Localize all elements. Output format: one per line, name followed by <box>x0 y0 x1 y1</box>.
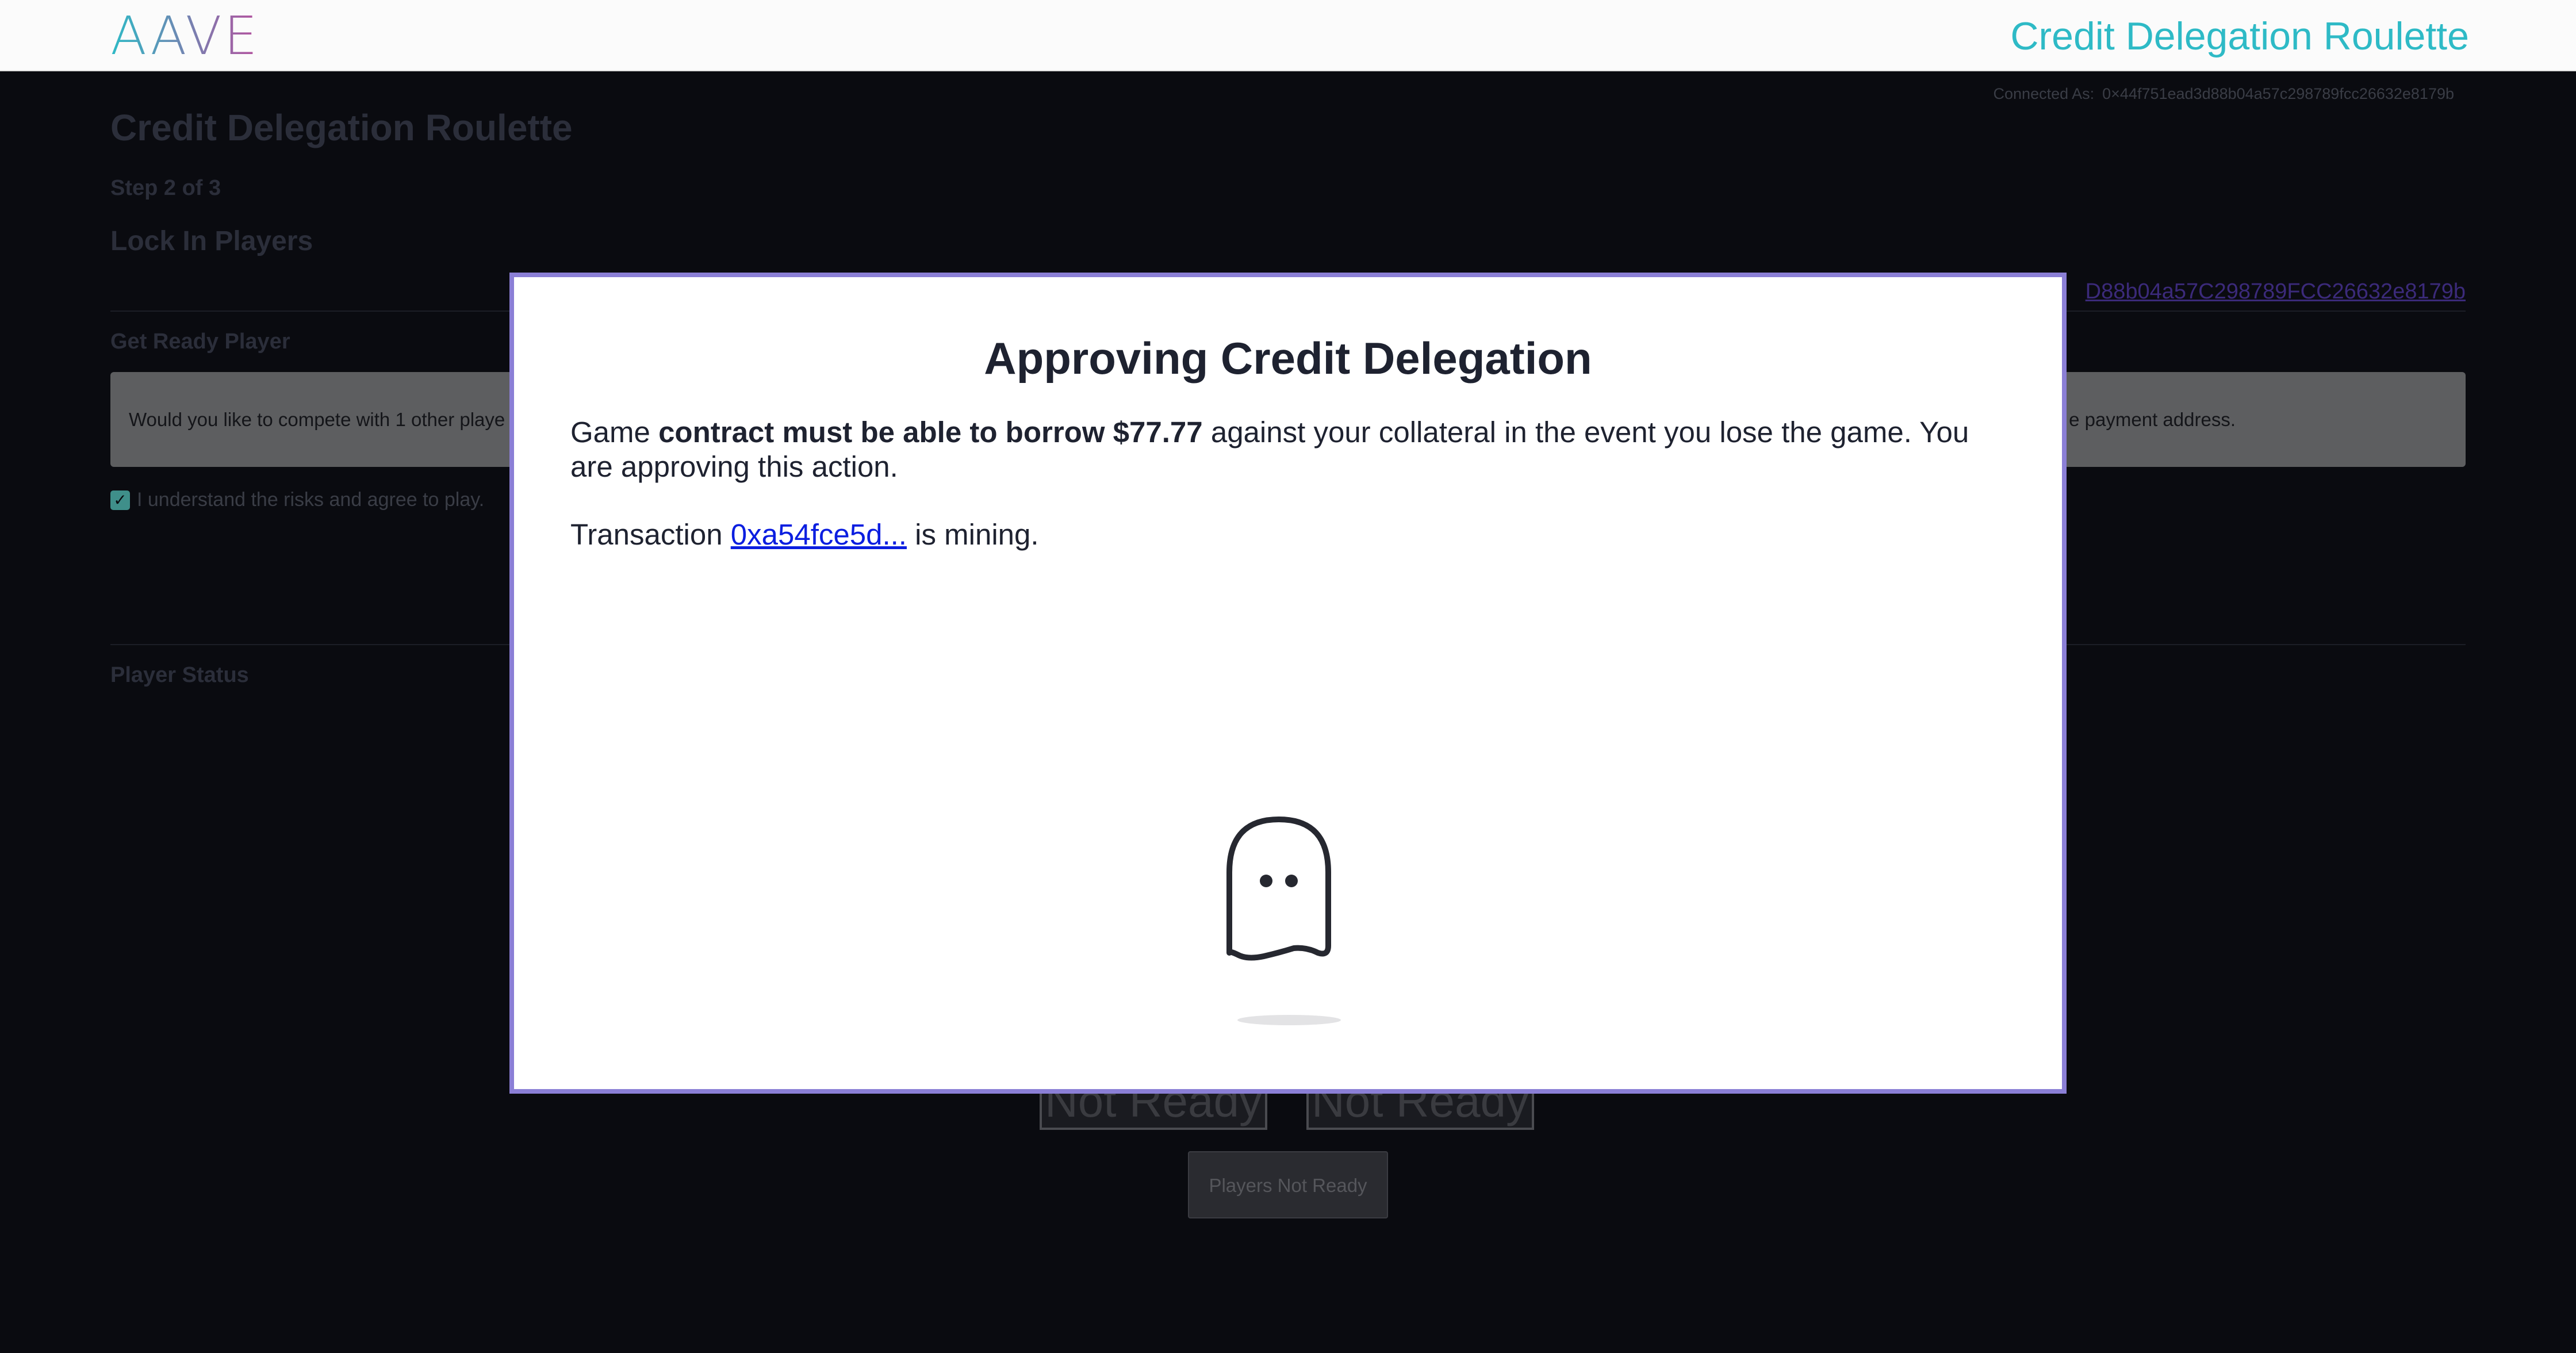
page-title: Credit Delegation Roulette <box>110 107 573 148</box>
agree-label: I understand the risks and agree to play… <box>137 489 485 511</box>
top-navbar: AAVE Credit Delegation Roulette <box>0 0 2576 71</box>
modal-description: Game contract must be able to borrow $77… <box>570 415 2006 484</box>
connected-label: Connected As: <box>1993 85 2095 102</box>
section-title: Lock In Players <box>110 226 313 256</box>
transaction-link[interactable]: 0xa54fce5d... <box>731 518 907 551</box>
info-text: Would you like to compete with 1 other p… <box>129 409 505 430</box>
player-status-title: Player Status <box>110 663 249 687</box>
players-not-ready-button[interactable]: Players Not Ready <box>1188 1151 1388 1218</box>
step-indicator: Step 2 of 3 <box>110 176 221 200</box>
agree-checkbox[interactable]: ✓ <box>110 490 130 510</box>
aave-logo[interactable]: AAVE <box>110 10 260 63</box>
connected-address: 0×44f751ead3d88b04a57c298789fcc26632e817… <box>2102 85 2454 102</box>
tx-suffix: is mining. <box>906 518 1039 551</box>
description-prefix: Game <box>570 416 659 449</box>
agree-checkbox-row[interactable]: ✓ I understand the risks and agree to pl… <box>110 489 484 511</box>
tx-prefix: Transaction <box>570 518 731 551</box>
connected-account: Connected As: 0×44f751ead3d88b04a57c29878… <box>1994 85 2454 103</box>
info-text-right: e payment address. <box>2069 409 2236 430</box>
get-ready-title: Get Ready Player <box>110 329 290 354</box>
player-address-link[interactable]: D88b04a57C298789FCC26632e8179b <box>2086 279 2466 304</box>
app-title: Credit Delegation Roulette <box>2010 14 2469 58</box>
modal-body: Game contract must be able to borrow $77… <box>570 415 2006 552</box>
ghost-shadow <box>1237 1015 1341 1025</box>
modal-title: Approving Credit Delegation <box>984 333 1592 384</box>
approving-modal: Approving Credit Delegation Game contrac… <box>509 273 2067 1094</box>
transaction-status: Transaction 0xa54fce5d... is mining. <box>570 518 2006 552</box>
ghost-icon <box>1221 815 1336 1033</box>
description-bold: contract must be able to borrow $77.77 <box>658 416 1203 449</box>
